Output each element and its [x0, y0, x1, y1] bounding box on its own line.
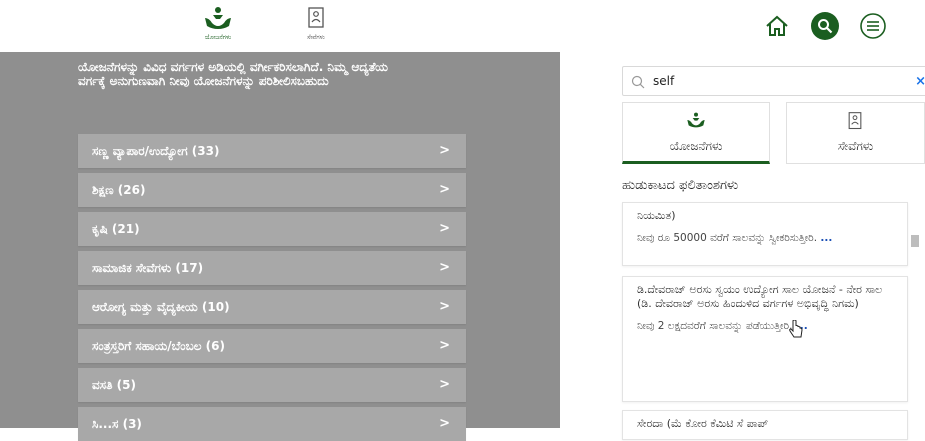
result-description: ನೀವು 2 ಲಕ್ಷದವರೆಗೆ ಸಾಲವನ್ನು ಪಡೆಯುತ್ತೀರಿ. …	[637, 319, 893, 333]
search-input-value: self	[653, 74, 675, 88]
result-desc-text: ನೀವು ರೂ 50000 ವರೆಗೆ ಸಾಲವನ್ನು ಸ್ವೀಕರಿಸುತ್…	[637, 232, 818, 244]
search-input[interactable]: self ×	[622, 66, 925, 96]
chevron-right-icon: >	[439, 221, 450, 236]
chevron-right-icon: >	[439, 338, 450, 353]
category-item[interactable]: ಆರೋಗ್ಯ ಮತ್ತು ವೈದ್ಯಕೀಯ (10) >	[78, 290, 466, 324]
result-card[interactable]: ಸೇರದಾ (ಮೆ ಕೋರ ಕೆಮಿಟಿ ಸೆ ಪಾಪ್	[622, 410, 908, 440]
tab-schemes[interactable]: ಯೋಜನೆಗಳು	[622, 102, 770, 164]
search-panel: self × ಯೋಜನೆಗಳು ಸೇವೆಗಳು ಹುಡುಕಾಟದ ಫಲಿತಾಂಶ…	[560, 52, 925, 440]
chevron-right-icon: >	[439, 182, 450, 197]
search-icon[interactable]	[811, 12, 839, 40]
category-label: ಸಂತ್ರಸ್ತರಿಗೆ ಸಹಾಯ/ಬೆಂಬಲ (6)	[92, 338, 225, 353]
category-label: ಶಿಕ್ಷಣ (26)	[92, 182, 146, 197]
header-tab-label: ಸೇವೆಗಳು	[307, 34, 325, 41]
clear-search-icon[interactable]: ×	[915, 74, 925, 89]
category-item[interactable]: ವಸತಿ (5) >	[78, 368, 466, 402]
category-label: ಸಾಮಾಜಿಕ ಸೇವೆಗಳು (17)	[92, 260, 204, 275]
category-item[interactable]: ಶಿಕ್ಷಣ (26) >	[78, 173, 466, 207]
results-title: ಹುಡುಕಾಟದ ಫಲಿತಾಂಶಗಳು	[622, 178, 739, 193]
category-label: ವಸತಿ (5)	[92, 377, 136, 392]
header-tab-services[interactable]: ಸೇವೆಗಳು	[294, 6, 338, 42]
category-label: ಕೃಷಿ (21)	[92, 221, 140, 236]
home-icon[interactable]	[763, 12, 791, 40]
result-card[interactable]: ನಿಯಮಿತ) ನೀವು ರೂ 50000 ವರೆಗೆ ಸಾಲವನ್ನು ಸ್ವ…	[622, 202, 908, 266]
search-icon	[631, 74, 645, 93]
result-desc-text: ನೀವು 2 ಲಕ್ಷದವರೆಗೆ ಸಾಲವನ್ನು ಪಡೆಯುತ್ತೀರಿ.	[637, 320, 793, 332]
category-intro-text: ಯೋಜನೆಗಳನ್ನು ವಿವಿಧ ವರ್ಗಗಳ ಅಡಿಯಲ್ಲಿ ವರ್ಗೀಕ…	[78, 60, 388, 88]
hands-heart-icon	[686, 111, 706, 132]
scrollbar-thumb[interactable]	[911, 235, 919, 247]
hands-heart-icon	[196, 6, 240, 32]
category-label: ಆರೋಗ್ಯ ಮತ್ತು ವೈದ್ಯಕೀಯ (10)	[92, 299, 230, 314]
result-title: ಸೇರದಾ (ಮೆ ಕೋರ ಕೆಮಿಟಿ ಸೆ ಪಾಪ್	[637, 417, 769, 430]
chevron-right-icon: >	[439, 260, 450, 275]
chevron-right-icon: >	[439, 143, 450, 158]
tab-label: ಸೇವೆಗಳು	[837, 139, 874, 153]
chevron-right-icon: >	[439, 416, 450, 431]
tab-label: ಯೋಜನೆಗಳು	[669, 139, 723, 153]
chevron-right-icon: >	[439, 377, 450, 392]
category-item[interactable]: ಸಂತ್ರಸ್ತರಿಗೆ ಸಹಾಯ/ಬೆಂಬಲ (6) >	[78, 329, 466, 363]
category-item[interactable]: ಕೃಷಿ (21) >	[78, 212, 466, 246]
header-actions	[763, 12, 887, 40]
app-header: ಯೋಜನೆಗಳು ಸೇವೆಗಳು	[0, 0, 925, 53]
category-item[interactable]: ಸಿ...ಸ (3) >	[78, 407, 466, 441]
document-person-icon	[846, 111, 864, 134]
chevron-right-icon: >	[439, 299, 450, 314]
category-label: ಸಿ...ಸ (3)	[92, 416, 142, 431]
category-panel: ಯೋಜನೆಗಳನ್ನು ವಿವಿಧ ವರ್ಗಗಳ ಅಡಿಯಲ್ಲಿ ವರ್ಗೀಕ…	[0, 52, 560, 441]
result-title: ಡಿ.ದೇವರಾಜ್ ಅರಸು ಸ್ವಯಂ ಉದ್ಯೋಗ ಸಾಲ ಯೋಜನೆ -…	[637, 283, 883, 310]
tab-services[interactable]: ಸೇವೆಗಳು	[786, 102, 925, 164]
result-description: ನೀವು ರೂ 50000 ವರೆಗೆ ಸಾಲವನ್ನು ಸ್ವೀಕರಿಸುತ್…	[637, 231, 893, 245]
hand-cursor-icon	[788, 319, 804, 344]
result-card[interactable]: ಡಿ.ದೇವರಾಜ್ ಅರಸು ಸ್ವಯಂ ಉದ್ಯೋಗ ಸಾಲ ಯೋಜನೆ -…	[622, 276, 908, 402]
menu-icon[interactable]	[859, 12, 887, 40]
read-more-link[interactable]: ...	[820, 232, 832, 244]
document-person-icon	[294, 6, 338, 32]
result-title: ನಿಯಮಿತ)	[637, 209, 676, 222]
category-item[interactable]: ಸಣ್ಣ ವ್ಯಾಪಾರ/ಉದ್ಯೋಗ (33) >	[78, 134, 466, 168]
category-label: ಸಣ್ಣ ವ್ಯಾಪಾರ/ಉದ್ಯೋಗ (33)	[92, 143, 220, 158]
header-tab-schemes[interactable]: ಯೋಜನೆಗಳು	[196, 6, 240, 42]
category-item[interactable]: ಸಾಮಾಜಿಕ ಸೇವೆಗಳು (17) >	[78, 251, 466, 285]
header-tab-label: ಯೋಜನೆಗಳು	[204, 34, 232, 41]
